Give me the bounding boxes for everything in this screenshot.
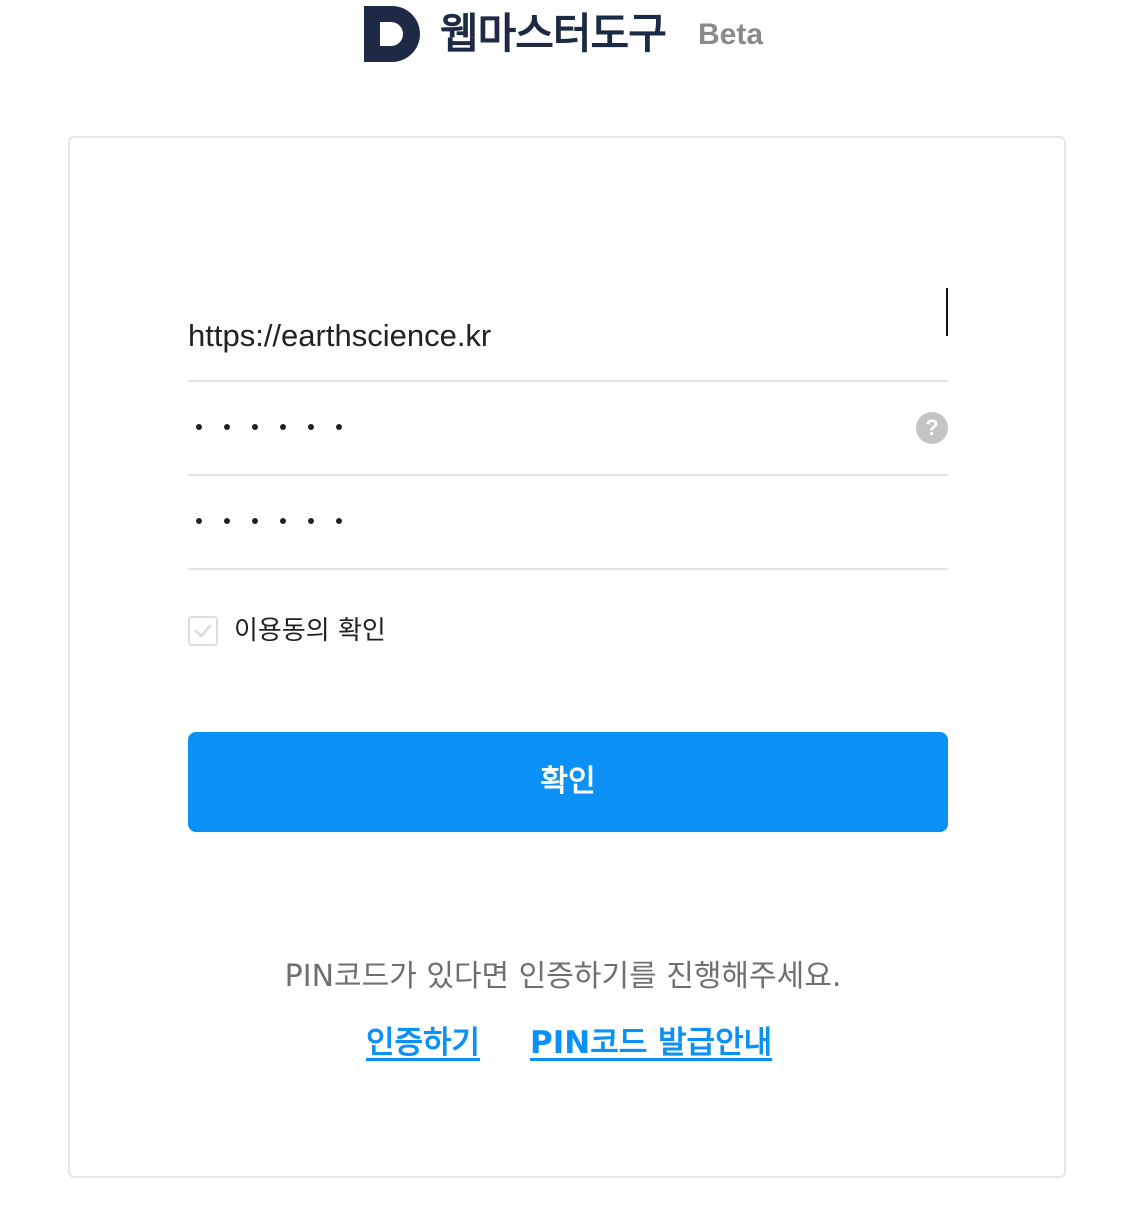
password-dot — [196, 518, 202, 524]
password-confirm-mask — [196, 518, 342, 528]
password-dot — [196, 424, 202, 430]
password-dot — [336, 424, 342, 430]
verify-link[interactable]: 인증하기 — [366, 1018, 480, 1068]
password-dot — [252, 518, 258, 524]
agree-row: 이용동의 확인 — [188, 612, 488, 652]
help-icon[interactable]: ? — [916, 412, 948, 444]
beta-badge: Beta — [698, 18, 764, 51]
site-header: 웹마스터도구 Beta — [0, 0, 1126, 72]
password-dot — [336, 518, 342, 524]
password-confirm-field[interactable] — [188, 476, 948, 570]
agree-label[interactable]: 이용동의 확인 — [234, 612, 386, 650]
password-dot — [280, 424, 286, 430]
password-dot — [224, 424, 230, 430]
confirm-button[interactable]: 확인 — [188, 732, 948, 832]
password-dot — [252, 424, 258, 430]
logo-d-icon — [364, 6, 420, 62]
password-mask — [196, 424, 342, 434]
pin-notice: PIN코드가 있다면 인증하기를 진행해주세요. — [284, 959, 842, 994]
text-caret — [946, 288, 948, 336]
password-dot — [280, 518, 286, 524]
password-dot — [308, 424, 314, 430]
agree-checkbox[interactable] — [188, 616, 218, 646]
check-icon — [194, 624, 212, 638]
password-dot — [308, 518, 314, 524]
password-field[interactable]: ? — [188, 382, 948, 476]
brand-name: 웹마스터도구 — [440, 9, 667, 58]
pin-guide-link[interactable]: PIN코드 발급안내 — [530, 1018, 772, 1068]
site-url-value: https://earthscience.kr — [188, 318, 492, 353]
site-url-field[interactable]: https://earthscience.kr — [188, 286, 948, 382]
footer-links: 인증하기 PIN코드 발급안내 — [0, 1018, 1126, 1070]
password-dot — [224, 518, 230, 524]
